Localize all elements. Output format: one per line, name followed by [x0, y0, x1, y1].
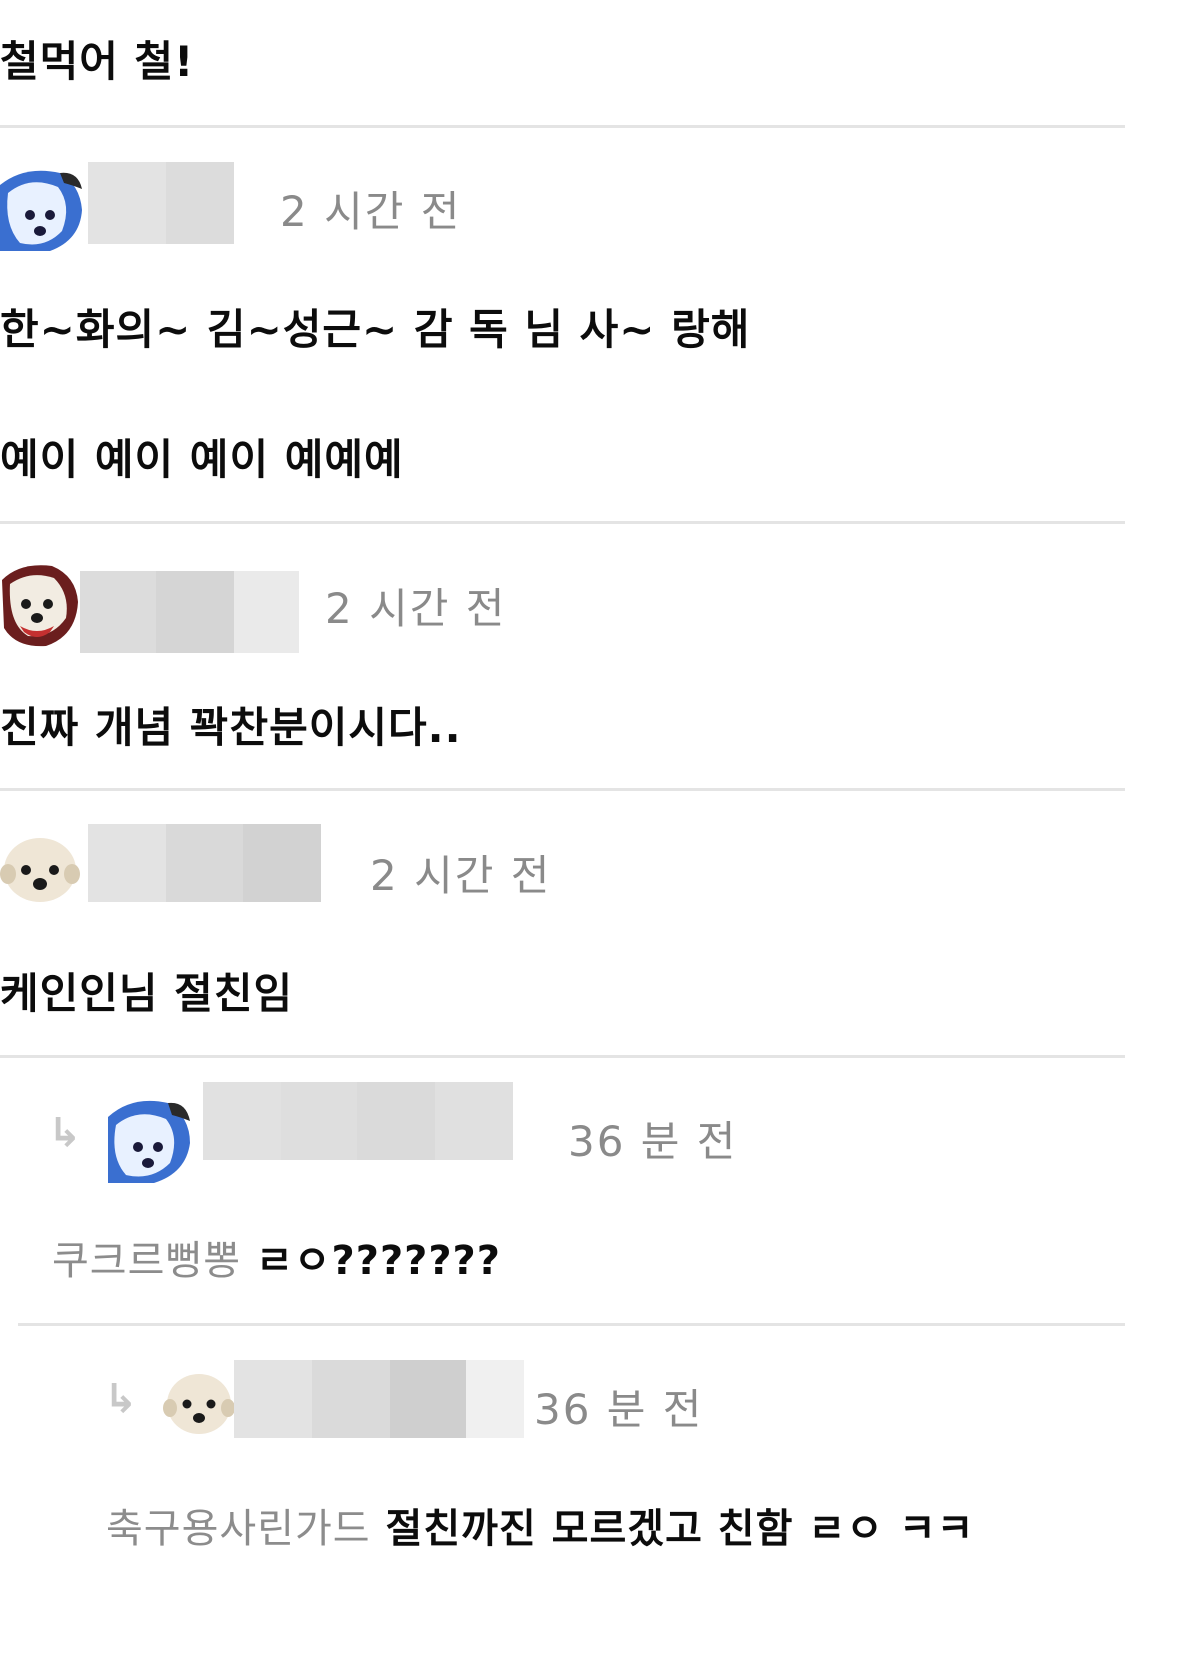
reply-arrow-icon: ↳ [104, 1376, 138, 1422]
blue-dog-avatar[interactable] [104, 1095, 194, 1183]
comment-divider [0, 1055, 1125, 1058]
reply-mention[interactable]: 축구용사린가드 [106, 1506, 371, 1552]
white-dog-avatar[interactable] [0, 562, 80, 648]
reply-body: 절친까진 모르겠고 친함 ㄹㅇ ㅋㅋ [385, 1506, 975, 1552]
comment-text: 한~화의~ 김~성근~ 감 독 님 사~ 랑해 [0, 305, 751, 354]
comment-text: 예이 예이 예이 예예예 [0, 435, 404, 484]
reply-body: ㄹㅇ??????? [255, 1238, 501, 1284]
reply-mention[interactable]: 쿠크르뻥뽕 [52, 1238, 241, 1284]
comment-text: 철먹어 철! [0, 37, 195, 86]
username-redacted[interactable] [234, 1360, 524, 1438]
comment-text: 케인인님 절친임 [0, 969, 294, 1018]
comment-text: 진짜 개념 꽉찬분이시다.. [0, 703, 462, 752]
username-redacted[interactable] [88, 824, 321, 902]
reply-text: 축구용사린가드 절친까진 모르겠고 친함 ㄹㅇ ㅋㅋ [106, 1496, 974, 1554]
comment-divider [0, 521, 1125, 524]
comment-time: 2 시간 전 [325, 584, 507, 633]
username-redacted[interactable] [80, 571, 299, 653]
username-redacted[interactable] [88, 162, 234, 244]
blue-dog-avatar[interactable] [0, 165, 86, 251]
comment-time: 2 시간 전 [370, 851, 552, 900]
reply-text: 쿠크르뻥뽕 ㄹㅇ??????? [52, 1228, 501, 1286]
reply-time: 36 분 전 [534, 1385, 704, 1434]
reply-divider [18, 1323, 1125, 1326]
white-dog-avatar[interactable] [163, 1366, 235, 1438]
comment-time: 2 시간 전 [280, 187, 462, 236]
username-redacted[interactable] [203, 1082, 513, 1160]
comment-divider [0, 788, 1125, 791]
white-dog-avatar[interactable] [0, 830, 80, 906]
reply-arrow-icon: ↳ [48, 1110, 82, 1156]
comment-divider [0, 125, 1125, 128]
reply-time: 36 분 전 [568, 1117, 738, 1166]
